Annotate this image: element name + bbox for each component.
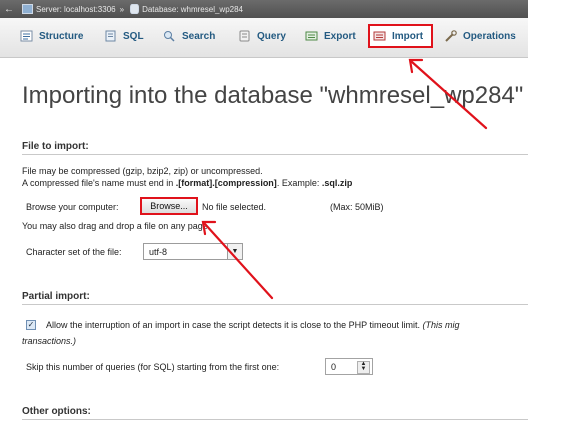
partial-import-heading: Partial import: [22,291,90,302]
tab-query[interactable]: Query [238,25,286,47]
filename-note: A compressed file's name must end in .[f… [22,178,352,188]
breadcrumb-server[interactable]: Server: localhost:3306 [36,5,116,14]
tab-structure[interactable]: Structure [20,25,83,47]
database-icon [130,4,140,14]
charset-value: utf-8 [149,247,168,257]
max-size-note: (Max: 50MiB) [330,202,384,212]
allow-interrupt-note: (This mig [422,320,460,330]
allow-interrupt-label: Allow the interruption of an import in c… [46,320,421,330]
tab-sql-label: SQL [123,30,144,42]
allow-interrupt-note-line2-text: transactions.) [22,336,77,346]
sql-icon [105,30,116,42]
tab-structure-label: Structure [39,30,84,42]
charset-select[interactable]: utf-8 ▼ [143,243,243,260]
import-icon [373,31,386,41]
section-divider [22,154,528,155]
export-icon [305,31,318,41]
allow-interrupt-checkbox[interactable]: ✓ [26,320,36,330]
spinner-icon[interactable]: ▲ ▼ [357,361,370,374]
back-arrow-icon[interactable]: ← [4,4,14,15]
breadcrumb-database[interactable]: Database: whmresel_wp284 [142,5,243,14]
tab-operations[interactable]: Operations [444,25,516,47]
browse-button[interactable]: Browse... [140,197,198,215]
tab-query-label: Query [257,30,286,42]
filename-note-mid: . Example: [276,178,322,188]
section-divider [22,304,528,305]
filename-note-example: .sql.zip [321,178,353,188]
skip-queries-value: 0 [331,362,337,372]
chevron-down-icon[interactable]: ▼ [227,244,242,259]
tab-search[interactable]: Search [163,25,215,47]
tab-export-label: Export [324,30,356,42]
server-icon [22,4,33,14]
filename-note-format: .[format].[compression] [175,178,277,188]
file-to-import-heading: File to import: [22,141,89,152]
skip-queries-input[interactable]: 0 ▲ ▼ [325,358,373,375]
compression-note: File may be compressed (gzip, bzip2, zip… [22,166,263,176]
allow-interrupt-text: Allow the interruption of an import in c… [46,320,460,330]
annotation-arrows [201,58,488,300]
page-title: Importing into the database "whmresel_wp… [22,82,524,109]
tab-search-label: Search [182,30,216,42]
tab-import[interactable]: Import [368,24,433,48]
browse-label: Browse your computer: [26,202,119,212]
operations-icon [445,30,457,42]
tab-operations-label: Operations [463,30,516,42]
tab-sql[interactable]: SQL [104,25,144,47]
tab-import-label: Import [392,30,424,42]
skip-queries-label: Skip this number of queries (for SQL) st… [26,362,280,372]
breadcrumb: ← Server: localhost:3306 » Database: whm… [0,0,528,18]
other-options-heading: Other options: [22,406,91,417]
tab-bar: Structure SQL Search Query Export Import… [0,18,528,58]
drag-drop-note: You may also drag and drop a file on any… [22,221,211,231]
breadcrumb-separator: » [119,4,125,14]
no-file-status: No file selected. [202,202,267,212]
query-icon [239,30,250,42]
section-divider [22,419,528,420]
annotation-arrow-browse [201,220,274,300]
allow-interrupt-note-line2: transactions.) [22,336,76,346]
tab-export[interactable]: Export [305,25,356,47]
filename-note-prefix: A compressed file's name must end in [22,178,176,188]
structure-icon [20,30,33,42]
charset-label: Character set of the file: [26,247,122,257]
search-icon [164,31,175,42]
